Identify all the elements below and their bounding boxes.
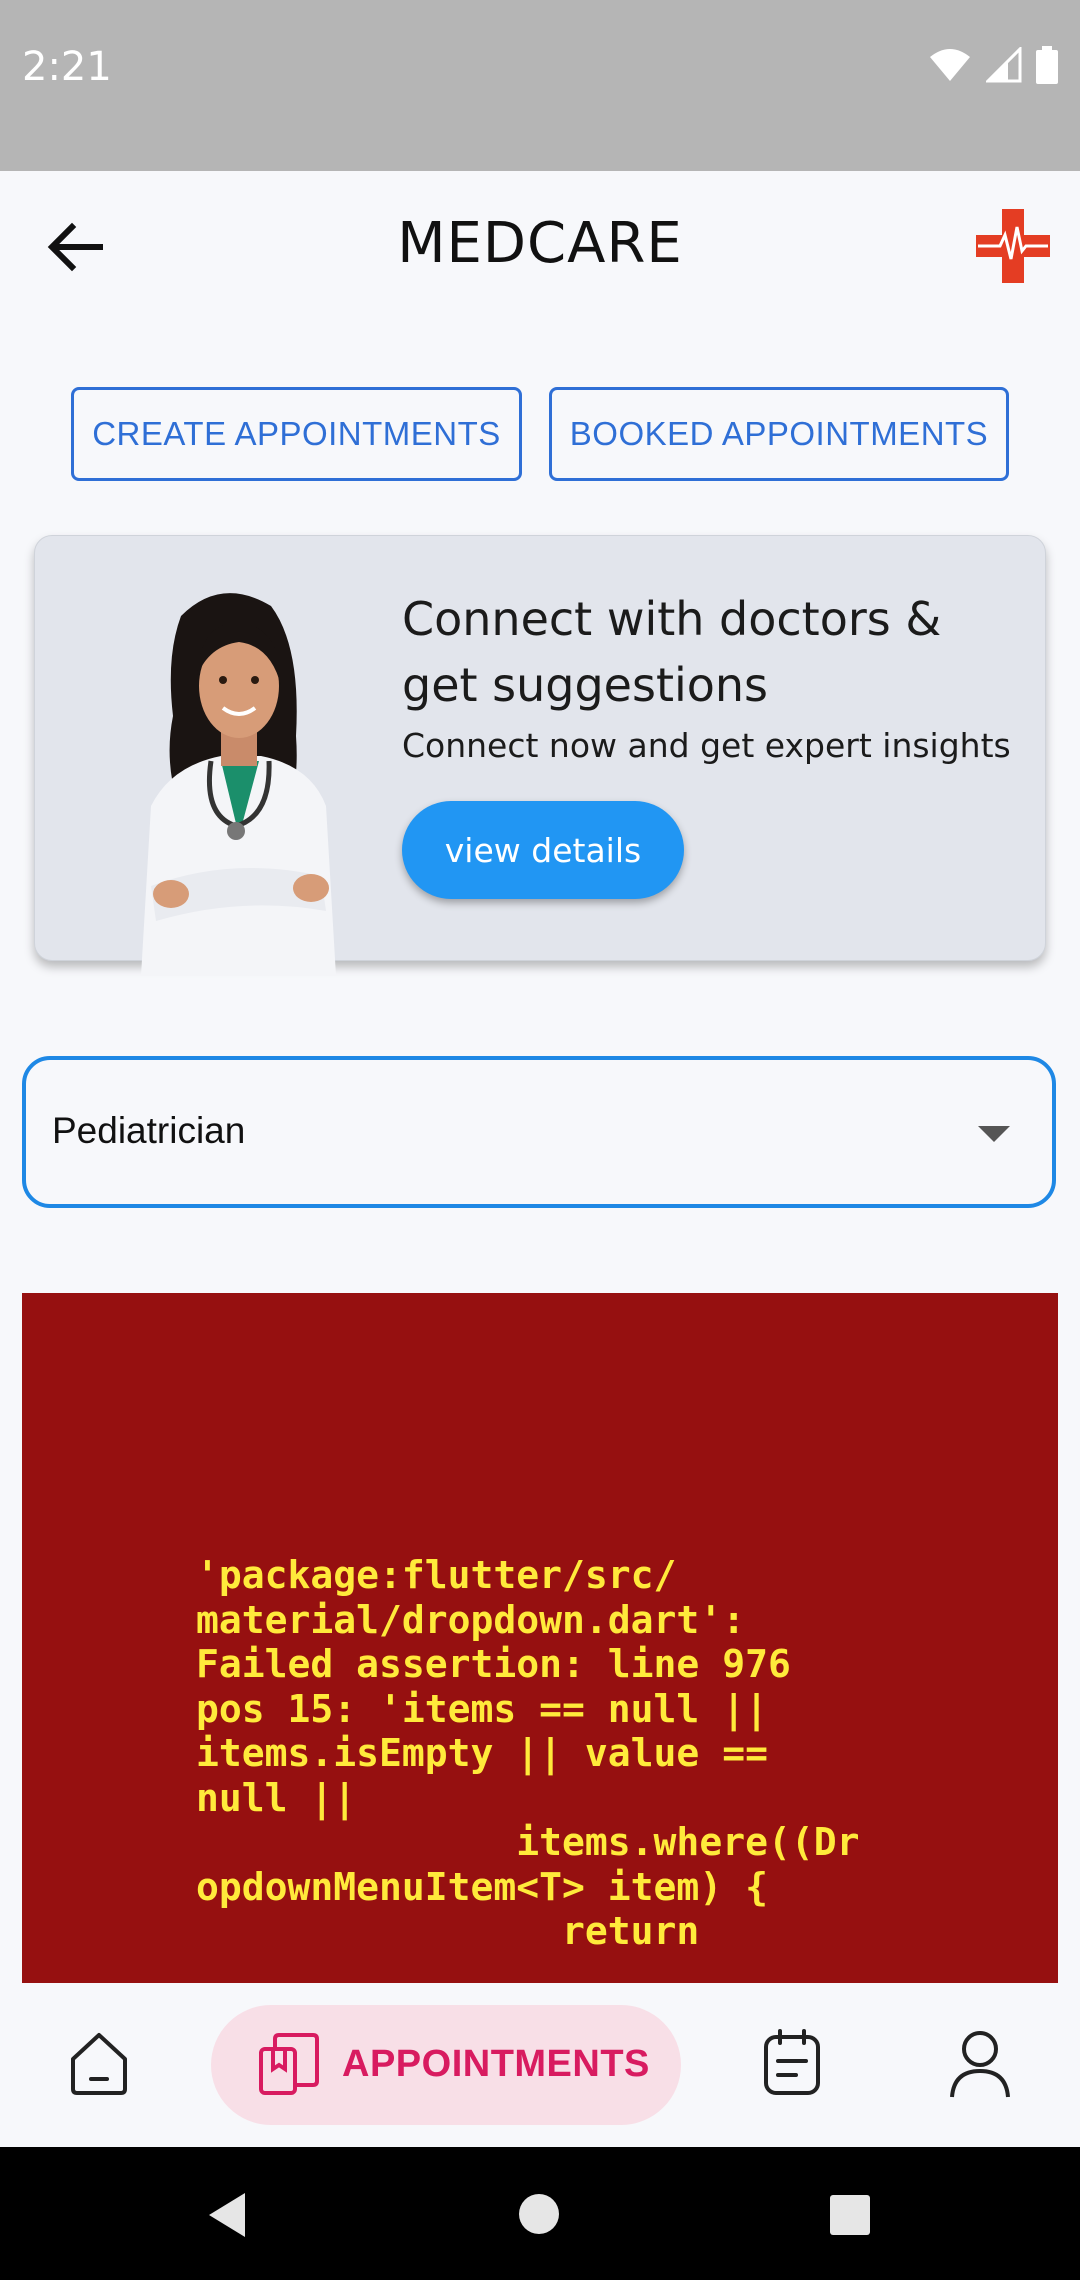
app-bar: MEDCARE [0, 171, 1080, 326]
nav-appointments-active[interactable]: APPOINTMENTS [211, 2005, 681, 2125]
dropdown-arrow-icon[interactable] [978, 1126, 1010, 1142]
error-message: 'package:flutter/src/ material/dropdown.… [196, 1553, 860, 1953]
system-home-icon[interactable] [518, 2193, 560, 2235]
doctor-illustration [141, 593, 336, 976]
home-icon[interactable] [59, 2023, 139, 2103]
appointments-book-icon [259, 2033, 319, 2095]
promo-subtitle: Connect now and get expert insights [402, 726, 1011, 765]
calendar-icon[interactable] [752, 2023, 832, 2103]
profile-icon[interactable] [940, 2023, 1020, 2103]
specialty-selected-value: Pediatrician [52, 1110, 246, 1151]
status-time: 2:21 [22, 44, 112, 90]
doctor-promo-card: Connect with doctors & get suggestions C… [34, 535, 1046, 976]
bottom-navigation: APPOINTMENTS [0, 1983, 1080, 2147]
medical-cross-logo-icon [976, 209, 1050, 283]
status-bar: 2:21 [0, 0, 1080, 171]
wifi-icon [930, 49, 970, 81]
specialty-dropdown[interactable]: Pediatrician [22, 1056, 1056, 1208]
view-details-button[interactable]: view details [402, 801, 684, 899]
error-panel: 'package:flutter/src/ material/dropdown.… [22, 1293, 1058, 1983]
create-appointments-button[interactable]: CREATE APPOINTMENTS [71, 387, 522, 481]
battery-icon [1036, 46, 1058, 84]
system-recents-icon[interactable] [830, 2195, 870, 2235]
system-navigation-bar [0, 2147, 1080, 2280]
promo-title: Connect with doctors & get suggestions [402, 592, 942, 712]
app-title: MEDCARE [397, 211, 683, 276]
nav-appointments-label: APPOINTMENTS [342, 2043, 650, 2085]
booked-appointments-button[interactable]: BOOKED APPOINTMENTS [549, 387, 1009, 481]
system-back-icon[interactable] [205, 2191, 249, 2239]
status-icons [928, 46, 1058, 84]
signal-icon [986, 47, 1022, 83]
